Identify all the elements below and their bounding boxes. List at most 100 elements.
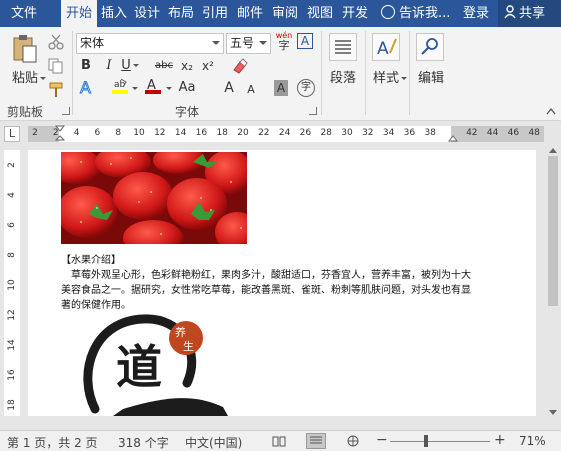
tab-design[interactable]: 设计 <box>132 0 162 27</box>
ruler-tick: 38 <box>424 128 436 138</box>
superscript-button[interactable]: x² <box>199 56 217 76</box>
chevron-down-icon[interactable] <box>132 87 138 90</box>
tab-home[interactable]: 开始 <box>61 0 97 28</box>
styles-button[interactable]: 样式 <box>373 67 408 86</box>
font-group-label: 字体 <box>175 105 200 119</box>
svg-text:A: A <box>377 39 389 59</box>
chevron-down-icon[interactable] <box>166 87 172 90</box>
strawberry-image[interactable] <box>61 152 247 244</box>
paste-icon[interactable] <box>12 34 38 64</box>
vertical-ruler-tick: 2 <box>7 162 17 168</box>
share-button[interactable]: 共享 <box>498 0 561 27</box>
ribbon: 粘贴 剪贴板 宋体 五号 wén 字 A B I U abc x₂ x² A ab <box>0 27 561 121</box>
font-color-icon[interactable]: A <box>144 77 162 95</box>
zoom-slider[interactable] <box>390 441 490 442</box>
zoom-level[interactable]: 71% <box>519 434 546 448</box>
tab-insert[interactable]: 插入 <box>99 0 129 27</box>
vertical-ruler-tick: 10 <box>7 279 17 291</box>
page-count[interactable]: 第 1 页，共 2 页 <box>7 434 98 451</box>
scroll-up-icon[interactable] <box>549 147 557 153</box>
italic-button[interactable]: I <box>101 56 117 76</box>
paragraph-label: 段落 <box>330 71 357 86</box>
grow-font-button[interactable]: A <box>222 78 236 98</box>
group-separator <box>321 31 322 115</box>
subscript-button[interactable]: x₂ <box>178 56 196 76</box>
ruler-tick: 2 <box>32 128 38 138</box>
yangsheng-logo-image[interactable]: 道 养 生 <box>83 313 228 416</box>
change-case-label: Aa <box>178 80 196 95</box>
right-indent-marker-icon[interactable] <box>448 135 458 143</box>
tab-references[interactable]: 引用 <box>200 0 230 27</box>
document-page[interactable]: 【水果介绍】 草莓外观呈心形，色彩鲜艳粉红，果肉多汁，酸甜适口，芬香宜人，营养丰… <box>28 150 536 416</box>
change-case-button[interactable]: Aa <box>178 78 196 98</box>
svg-text:养: 养 <box>175 325 186 339</box>
clipboard-launcher-icon[interactable] <box>62 107 70 115</box>
ruler-tick: 12 <box>154 128 166 138</box>
doc-heading: 【水果介绍】 <box>61 255 121 266</box>
language-indicator[interactable]: 中文(中国) <box>185 434 242 451</box>
zoom-out-button[interactable]: − <box>376 432 388 448</box>
format-painter-icon[interactable] <box>47 81 65 99</box>
vertical-ruler-tick: 14 <box>7 339 17 351</box>
tab-review[interactable]: 审阅 <box>270 0 300 27</box>
ruler-tick: 20 <box>237 128 249 138</box>
scroll-down-icon[interactable] <box>549 410 557 416</box>
font-size-combo[interactable]: 五号 <box>226 33 271 54</box>
ruler-tick: 10 <box>133 128 145 138</box>
bold-button[interactable]: B <box>78 56 94 76</box>
font-launcher-icon[interactable] <box>309 107 317 115</box>
editing-label: 编辑 <box>418 71 445 86</box>
chevron-down-icon <box>212 41 220 45</box>
paragraph-button[interactable]: 段落 <box>330 67 356 86</box>
tab-view[interactable]: 视图 <box>305 0 335 27</box>
character-shading-button[interactable]: A <box>274 80 288 96</box>
zoom-slider-thumb[interactable] <box>424 435 428 447</box>
ruler-tick: 28 <box>320 128 332 138</box>
cut-icon[interactable] <box>47 33 65 51</box>
strikethrough-button[interactable]: abc <box>153 56 175 76</box>
tell-me-box[interactable]: 告诉我... <box>381 0 450 27</box>
ruler-tick: 44 <box>486 128 499 138</box>
character-border-button[interactable]: A <box>297 33 313 49</box>
login-link[interactable]: 登录 <box>463 0 489 27</box>
indent-marker-icon[interactable] <box>55 125 65 143</box>
vertical-scrollbar[interactable] <box>545 146 561 420</box>
ruler-tick: 18 <box>216 128 228 138</box>
phonetic-guide-char: 字 <box>278 39 290 52</box>
font-name-combo[interactable]: 宋体 <box>76 33 224 54</box>
person-icon <box>504 5 516 19</box>
shrink-font-button[interactable]: A <box>245 80 257 100</box>
paste-button[interactable]: 粘贴 <box>12 67 47 86</box>
clear-formatting-icon[interactable] <box>231 57 249 75</box>
collapse-ribbon-icon[interactable] <box>546 107 556 115</box>
search-icon[interactable] <box>416 33 444 61</box>
ruler-tick: 4 <box>73 128 80 138</box>
tab-selector[interactable]: L <box>4 126 20 142</box>
document-text: 【水果介绍】 草莓外观呈心形，色彩鲜艳粉红，果肉多汁，酸甜适口，芬香宜人，营养丰… <box>61 253 471 313</box>
tab-file[interactable]: 文件 <box>4 0 44 27</box>
underline-button[interactable]: U <box>121 56 139 76</box>
ruler-tick: 22 <box>258 128 270 138</box>
text-effects-icon[interactable]: A <box>78 78 96 96</box>
scrollbar-thumb[interactable] <box>548 156 558 306</box>
web-layout-icon[interactable] <box>346 435 360 447</box>
phonetic-guide-button[interactable]: wén 字 <box>274 31 294 51</box>
styles-icon[interactable]: A <box>372 33 400 61</box>
tab-mailings[interactable]: 邮件 <box>234 0 266 27</box>
svg-text:A: A <box>80 78 91 96</box>
read-mode-icon[interactable] <box>272 435 286 447</box>
tab-developer[interactable]: 开发 <box>339 0 371 27</box>
ruler-tick: 24 <box>278 128 291 138</box>
tell-me-text: 告诉我... <box>399 6 451 21</box>
highlight-icon[interactable]: ab <box>111 77 129 95</box>
copy-icon[interactable] <box>47 57 65 75</box>
enclose-characters-button[interactable]: 字 <box>297 79 315 97</box>
word-count[interactable]: 318 个字 <box>118 434 169 451</box>
editing-button[interactable]: 编辑 <box>418 67 444 86</box>
print-layout-icon[interactable] <box>306 433 326 449</box>
zoom-in-button[interactable]: + <box>494 432 506 448</box>
horizontal-ruler[interactable]: 2 2 4 6 8 10 12 14 16 18 20 22 24 26 28 30 32 34 36 38 42 44 4… <box>28 125 544 143</box>
vertical-ruler-tick: 4 <box>7 192 17 198</box>
paragraph-icon[interactable] <box>329 33 357 61</box>
tab-layout[interactable]: 布局 <box>166 0 196 27</box>
